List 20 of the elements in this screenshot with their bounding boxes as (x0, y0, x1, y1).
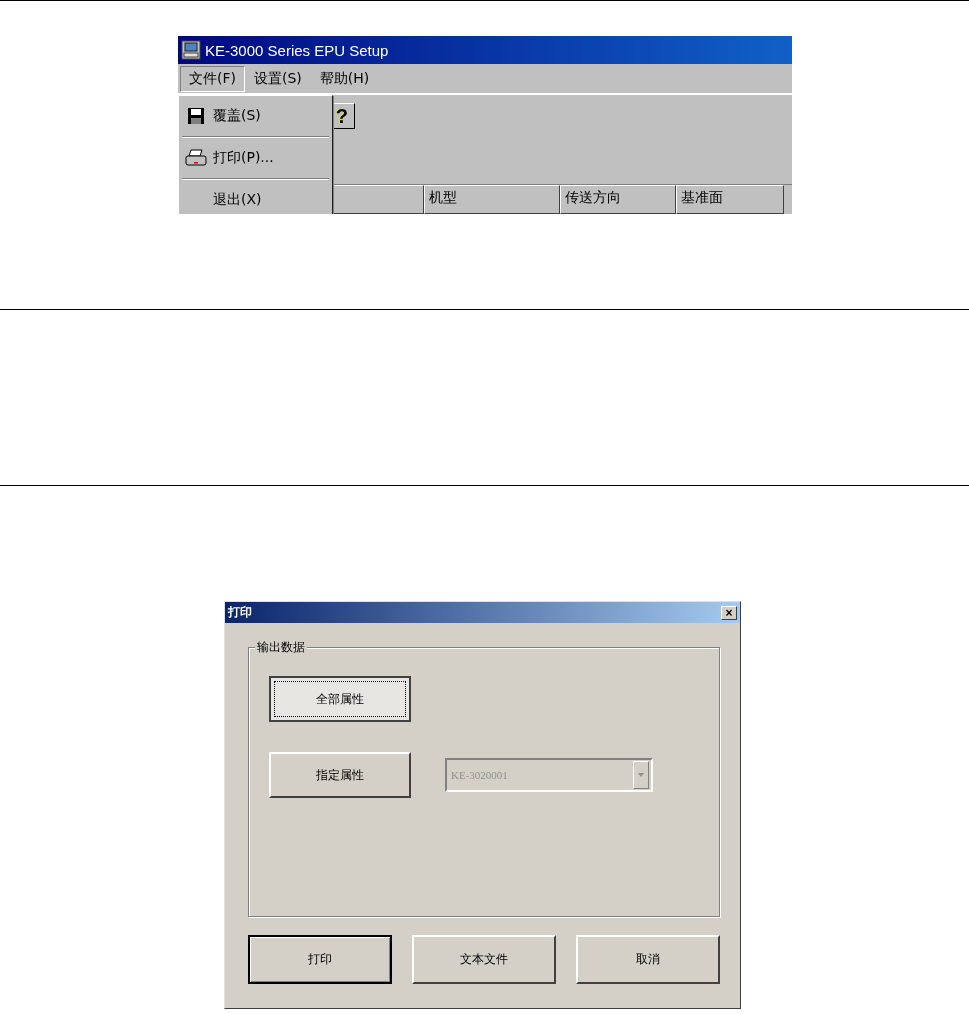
column-header: 机型 (423, 185, 561, 214)
dialog-button[interactable]: 打印 (248, 935, 392, 984)
group-label: 输出数据 (255, 639, 307, 656)
column-header: 传送方向 (560, 185, 676, 214)
option-button[interactable]: 指定属性 (269, 752, 411, 798)
menu-item[interactable]: 设置(S) (245, 65, 311, 92)
menu-item[interactable]: 退出(X) (213, 191, 262, 209)
window-title: KE-3000 Series EPU Setup (205, 41, 389, 59)
printer-icon (185, 149, 207, 167)
column-header: 基准面 (675, 185, 784, 214)
menu-item[interactable]: 覆盖(S) (213, 107, 261, 125)
option-button[interactable]: 全部属性 (269, 676, 411, 722)
dialog-title: 打印 (228, 604, 252, 621)
close-button[interactable]: × (721, 605, 737, 620)
menu-item[interactable]: 文件(F) (180, 65, 245, 92)
menu-item[interactable]: 帮助(H) (310, 65, 379, 92)
dialog-button[interactable]: 取消 (576, 935, 720, 984)
dialog-button[interactable]: 文本文件 (412, 935, 556, 984)
menu-item[interactable]: 打印(P)... (213, 149, 274, 167)
computer-icon (181, 40, 201, 60)
